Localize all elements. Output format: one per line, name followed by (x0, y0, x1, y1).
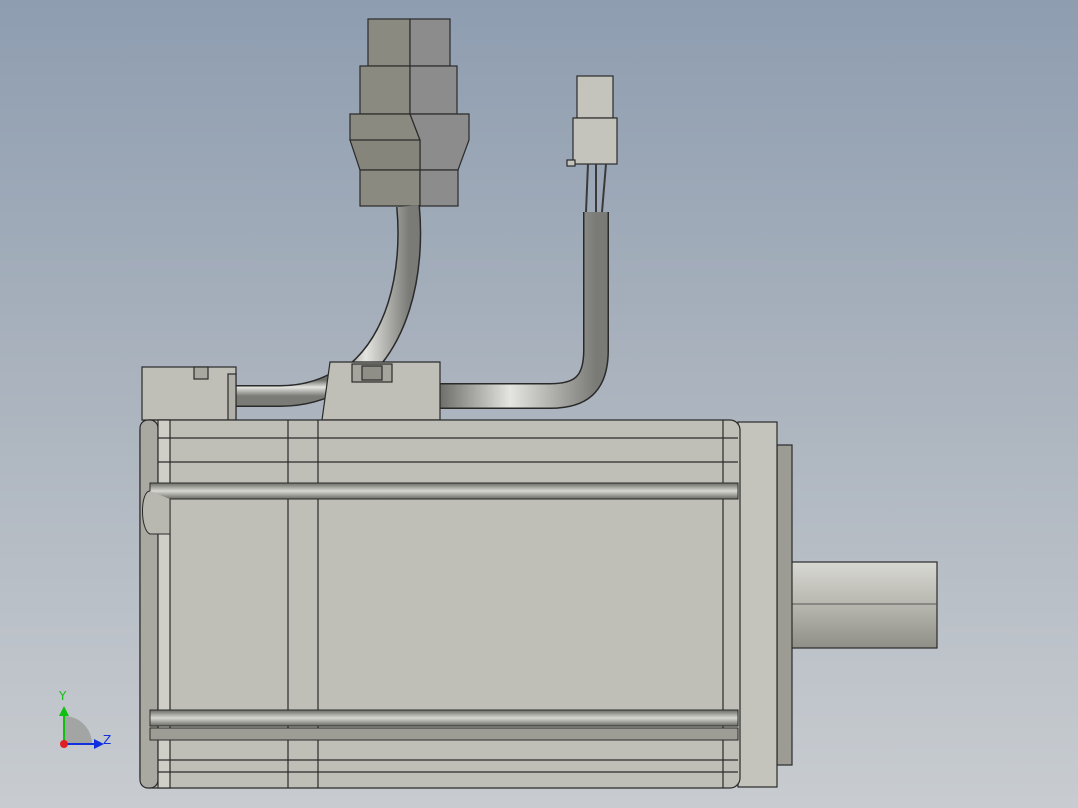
coordinate-triad: Y Z (58, 689, 111, 749)
z-axis-label: Z (103, 733, 111, 747)
y-axis-label: Y (58, 689, 67, 703)
cad-viewport[interactable]: Y Z (0, 0, 1078, 808)
motor-shaft (789, 561, 938, 649)
encoder-connector (566, 75, 618, 213)
encoder-cable (440, 212, 609, 409)
cable-clamp-left (141, 366, 237, 421)
front-flange (737, 421, 793, 788)
cable-clamp-center (321, 361, 441, 421)
x-axis-dot (60, 740, 68, 748)
power-connector (349, 18, 470, 207)
lower-rib (149, 709, 739, 741)
